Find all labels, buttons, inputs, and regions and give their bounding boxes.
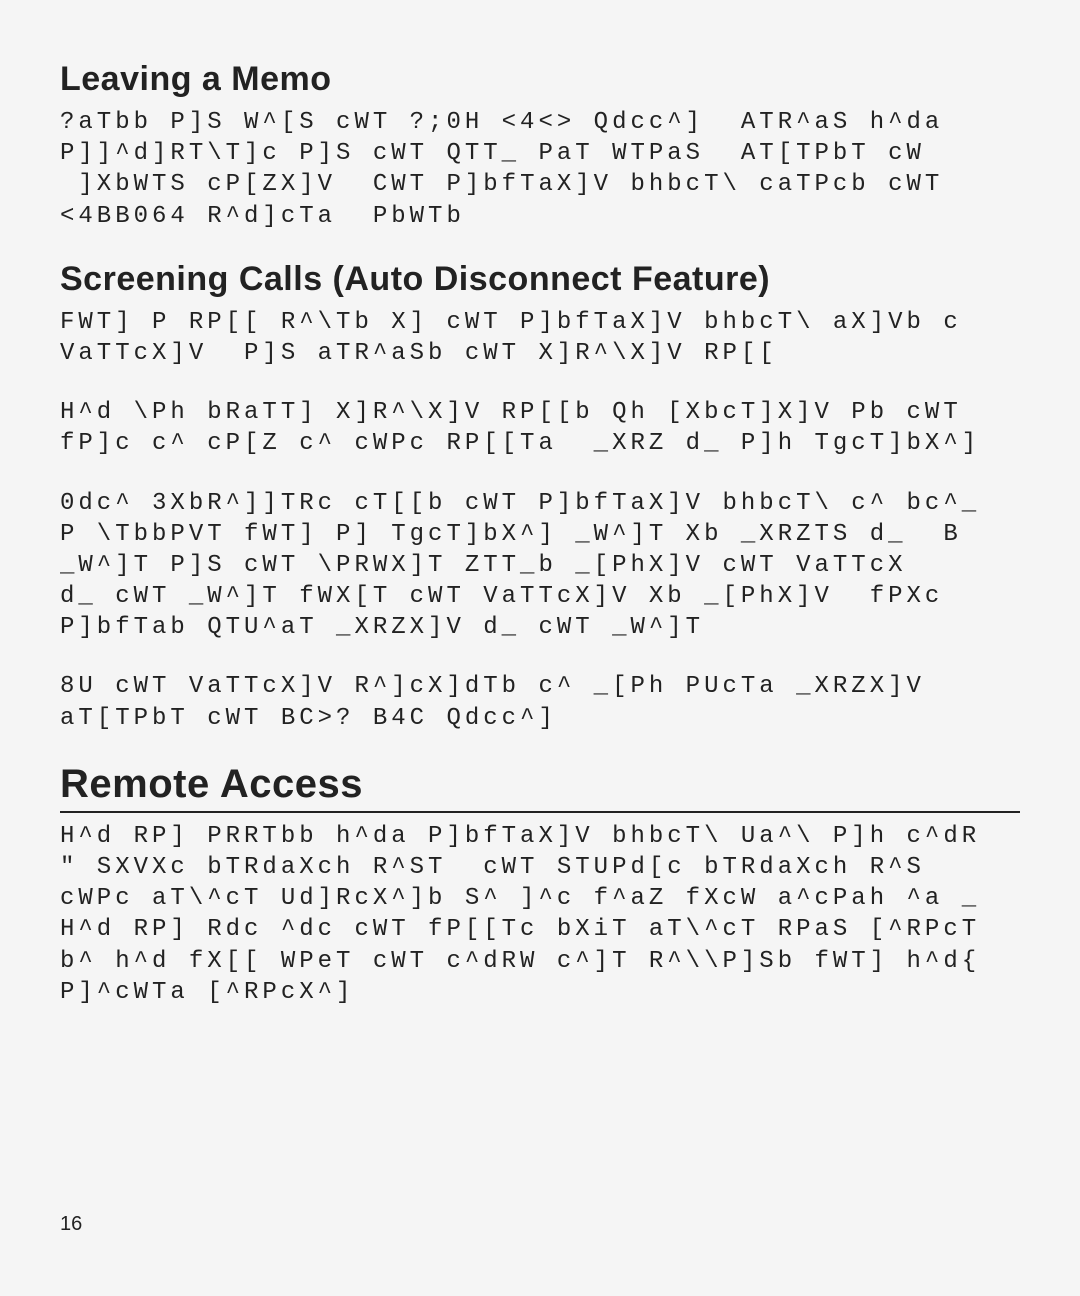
body-remote-access: H^d RP] PRRTbb h^da P]bfTaX]V bhbcT\ Ua^…: [60, 821, 1020, 1008]
body-screening-calls-3: 0dc^ 3XbR^]]TRc cT[[b cWT P]bfTaX]V bhbc…: [60, 488, 1020, 644]
heading-leaving-memo: Leaving a Memo: [60, 60, 1020, 99]
heading-screening-calls: Screening Calls (Auto Disconnect Feature…: [60, 260, 1020, 299]
body-leaving-memo: ?aTbb P]S W^[S cWT ?;0H <4<> Qdcc^] ATR^…: [60, 107, 1020, 232]
body-screening-calls-4: 8U cWT VaTTcX]V R^]cX]dTb c^ _[Ph PUcTa …: [60, 671, 1020, 733]
heading-remote-access: Remote Access: [60, 762, 1020, 813]
body-screening-calls-1: FWT] P RP[[ R^\Tb X] cWT P]bfTaX]V bhbcT…: [60, 307, 1020, 369]
body-screening-calls-2: H^d \Ph bRaTT] X]R^\X]V RP[[b Qh [XbcT]X…: [60, 397, 1020, 459]
page-number: 16: [60, 1213, 82, 1236]
